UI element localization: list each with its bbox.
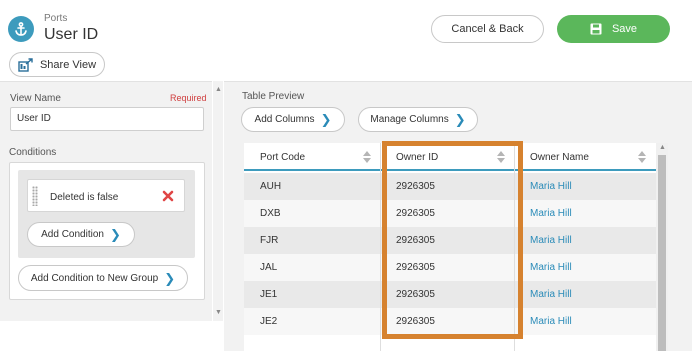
sort-icon[interactable] — [638, 151, 646, 163]
manage-columns-button[interactable]: Manage Columns ❯ — [358, 107, 478, 132]
cell-port-code: AUH — [260, 181, 282, 192]
column-divider — [514, 143, 515, 351]
save-button[interactable]: Save — [557, 15, 670, 43]
required-label: Required — [170, 93, 207, 103]
cell-owner-id: 2926305 — [396, 289, 435, 300]
add-columns-button[interactable]: Add Columns ❯ — [241, 107, 345, 132]
save-label: Save — [611, 23, 638, 35]
cell-owner-id: 2926305 — [396, 208, 435, 219]
delete-x-icon[interactable] — [162, 190, 174, 202]
sort-icon[interactable] — [497, 151, 505, 163]
scrollbar-thumb[interactable] — [658, 155, 666, 351]
table-row[interactable]: JE1 2926305 Maria Hill — [244, 281, 656, 308]
page-subtitle: Ports — [44, 13, 68, 24]
scroll-down-icon[interactable]: ▼ — [215, 309, 222, 316]
column-header-owner-id[interactable]: Owner ID — [380, 143, 515, 171]
scroll-up-icon[interactable]: ▲ — [659, 144, 666, 151]
cell-port-code: JAL — [260, 262, 278, 273]
share-icon — [18, 57, 33, 72]
conditions-label: Conditions — [9, 147, 57, 158]
preview-table: Port Code Owner ID Owner Name AUH 292630… — [244, 143, 668, 351]
drag-handle-icon[interactable] — [32, 186, 38, 206]
column-header-label: Owner ID — [396, 151, 439, 163]
cell-port-code: FJR — [260, 235, 279, 246]
table-row[interactable]: AUH 2926305 Maria Hill — [244, 173, 656, 200]
cell-owner-name-link[interactable]: Maria Hill — [514, 254, 572, 281]
column-header-port-code[interactable]: Port Code — [244, 143, 381, 171]
page-title: User ID — [44, 26, 99, 43]
column-header-owner-name[interactable]: Owner Name — [514, 143, 656, 171]
cell-owner-name-link[interactable]: Maria Hill — [514, 281, 572, 308]
left-scrollbar[interactable]: ▲ ▼ — [213, 81, 223, 321]
table-row[interactable]: FJR 2926305 Maria Hill — [244, 227, 656, 254]
cell-owner-id: 2926305 — [396, 316, 435, 327]
cell-owner-name-link[interactable]: Maria Hill — [514, 227, 572, 254]
table-header: Port Code Owner ID Owner Name — [244, 143, 656, 171]
condition-text: Deleted is false — [50, 192, 119, 203]
table-row[interactable]: JAL 2926305 Maria Hill — [244, 254, 656, 281]
cell-owner-name-link[interactable]: Maria Hill — [514, 200, 572, 227]
add-condition-group-button[interactable]: Add Condition to New Group ❯ — [18, 265, 188, 291]
chevron-right-icon: ❯ — [320, 112, 332, 127]
view-name-label: View Name — [10, 93, 61, 104]
cell-port-code: JE1 — [260, 289, 278, 300]
column-divider — [380, 143, 381, 351]
cell-port-code: DXB — [260, 208, 281, 219]
column-header-label: Owner Name — [530, 151, 589, 163]
add-columns-label: Add Columns — [254, 114, 315, 125]
table-row[interactable]: JE2 2926305 Maria Hill — [244, 308, 656, 335]
manage-columns-label: Manage Columns — [370, 114, 449, 125]
save-icon — [590, 23, 602, 35]
add-condition-label: Add Condition — [41, 229, 104, 240]
table-scrollbar[interactable]: ▲ — [656, 143, 668, 351]
cell-owner-name-link[interactable]: Maria Hill — [514, 173, 572, 200]
cancel-back-label: Cancel & Back — [451, 23, 524, 35]
chevron-right-icon: ❯ — [109, 227, 121, 242]
cell-owner-id: 2926305 — [396, 262, 435, 273]
chevron-right-icon: ❯ — [164, 270, 176, 286]
table-row[interactable]: DXB 2926305 Maria Hill — [244, 200, 656, 227]
anchor-icon — [8, 16, 34, 42]
cell-owner-id: 2926305 — [396, 181, 435, 192]
share-view-button[interactable]: Share View — [9, 52, 105, 77]
scroll-up-icon[interactable]: ▲ — [215, 86, 222, 93]
share-view-label: Share View — [39, 58, 97, 71]
view-name-input[interactable]: User ID — [10, 107, 204, 131]
table-preview-label: Table Preview — [242, 91, 305, 102]
cell-port-code: JE2 — [260, 316, 278, 327]
cancel-back-button[interactable]: Cancel & Back — [431, 15, 544, 43]
cell-owner-name-link[interactable]: Maria Hill — [514, 308, 572, 335]
add-condition-group-label: Add Condition to New Group — [30, 272, 159, 284]
add-condition-button[interactable]: Add Condition ❯ — [27, 222, 135, 247]
cell-owner-id: 2926305 — [396, 235, 435, 246]
chevron-right-icon: ❯ — [454, 112, 466, 127]
sort-icon[interactable] — [363, 151, 371, 163]
column-header-label: Port Code — [260, 151, 306, 163]
